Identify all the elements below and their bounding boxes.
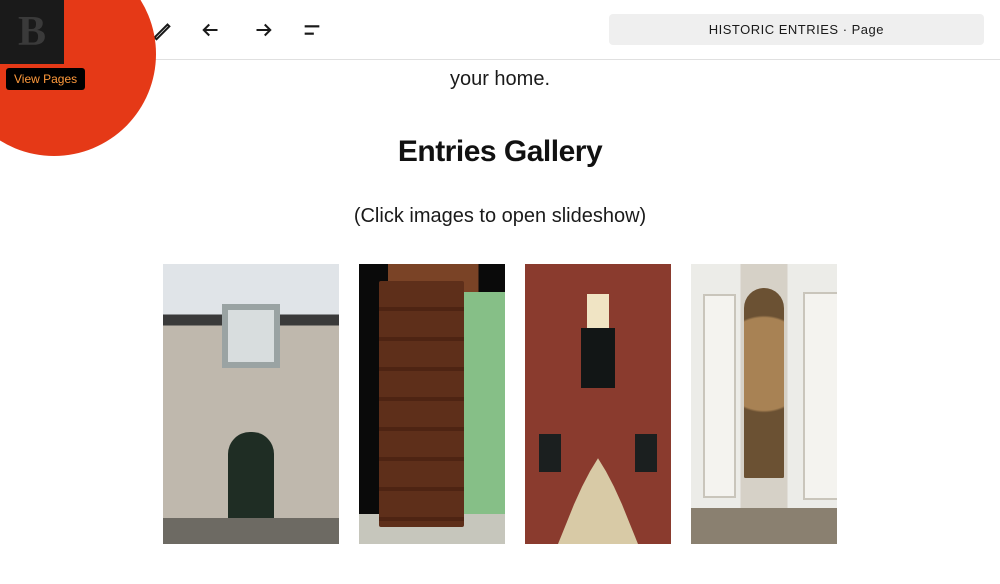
- page-title-pill[interactable]: HISTORIC ENTRIES · Page: [609, 14, 984, 45]
- gallery-image-1[interactable]: [163, 264, 339, 544]
- gallery-row: [0, 264, 1000, 544]
- logo-letter: B: [18, 11, 46, 53]
- gallery-heading: Entries Gallery: [0, 135, 1000, 169]
- undo-icon[interactable]: [196, 14, 228, 46]
- gallery-subcaption: (Click images to open slideshow): [0, 205, 1000, 228]
- gallery-image-3[interactable]: [525, 264, 671, 544]
- site-logo-button[interactable]: B: [0, 0, 64, 64]
- gallery-image-4[interactable]: [691, 264, 837, 544]
- page-content: your home. Entries Gallery (Click images…: [0, 60, 1000, 584]
- view-pages-tooltip: View Pages: [6, 68, 85, 90]
- gallery-image-2[interactable]: [359, 264, 505, 544]
- redo-icon[interactable]: [246, 14, 278, 46]
- list-icon[interactable]: [296, 14, 328, 46]
